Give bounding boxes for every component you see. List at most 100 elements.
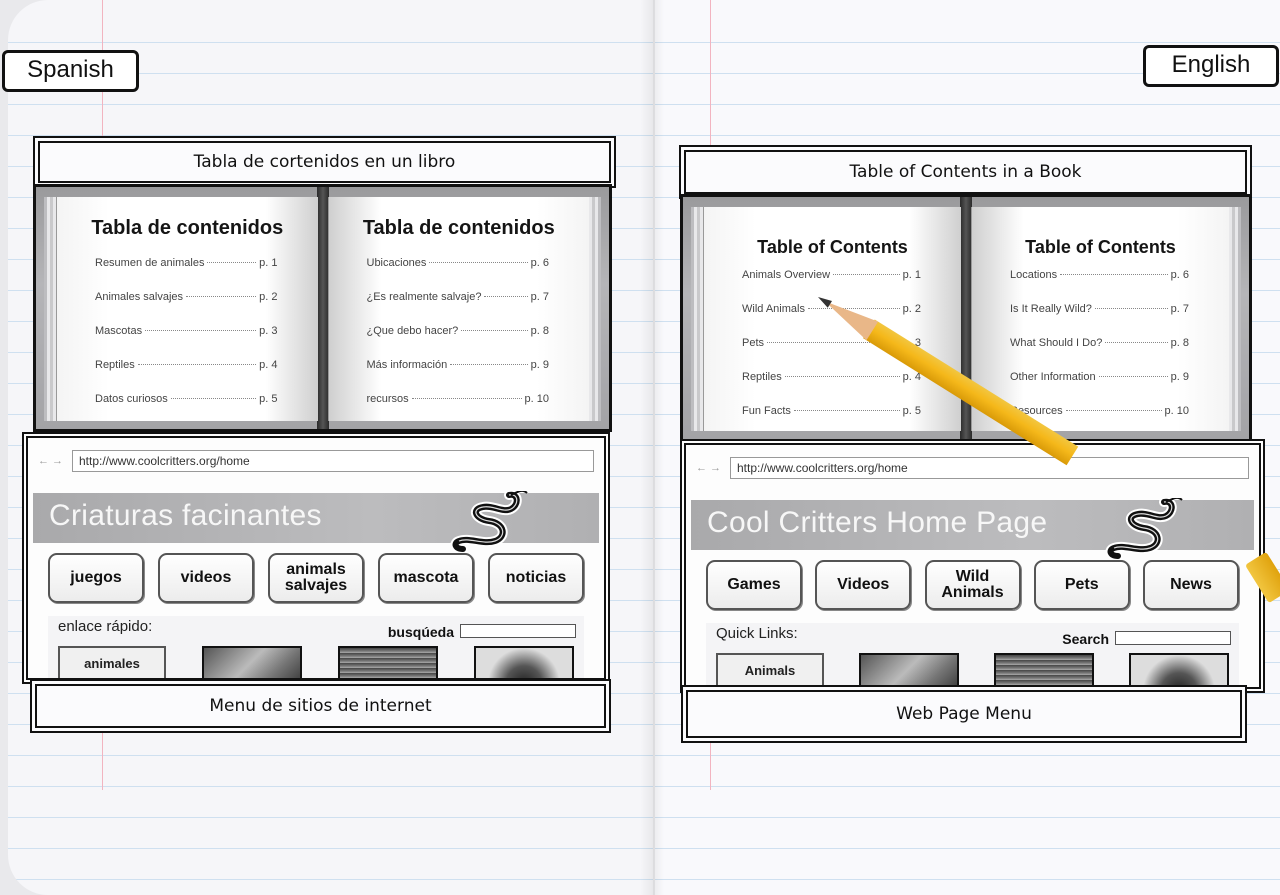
spanish-web-card-title: Menu de sitios de internet [35,684,606,728]
toc-leader-dots [411,398,522,399]
site-nav-button: News [1143,560,1239,610]
toc-entry: ¿Es realmente salvaje? p. 7 [367,291,550,325]
site-nav-button: Videos [815,560,912,610]
toc-entry-title: Other Information [1010,371,1096,383]
toc-leader-dots [833,274,900,275]
quick-links-label: Quick Links: [716,625,798,642]
toc-leader-dots [793,410,900,411]
toc-leader-dots [461,330,528,331]
photo-tile-cat [1129,653,1229,687]
toc-entry-page: p. 8 [1170,337,1189,349]
toc-leader-dots [1105,342,1168,343]
toc-heading: Tabla de contenidos [91,217,284,239]
spanish-book-illustration: Tabla de contenidos Resumen de animales p… [33,184,612,432]
toc-entry-title: Wild Animals [742,303,805,315]
toc-entry-title: recursos [366,393,409,405]
toc-entry-title: What Should I Do? [1010,337,1103,349]
content-area: enlace rápido: busqúeda animales [48,616,584,678]
english-toc-card-title: Table of Contents in a Book [684,150,1247,194]
quick-link-tiles: animales [58,646,574,678]
toc-entry-title: ¿Que debo hacer? [366,325,459,337]
site-nav-button: Wild Animals [924,560,1021,610]
site-nav: juegos videos animals salvajes mascota notic… [48,553,584,603]
book-frame: Tabla de contenidos Resumen de animales p… [36,187,609,429]
toc-entry: Locations p. 6 [1010,269,1189,303]
toc-entry-page: p. 1 [902,269,921,281]
toc-entry-page: p. 10 [524,393,549,405]
site-banner: Cool Critters Home Page [691,498,1254,561]
address-bar: ← → http://www.coolcritters.org/home [696,457,1249,479]
toc-entry-page: p. 6 [1170,269,1189,281]
photo-tile-cat [474,646,574,678]
site-title: Cool Critters Home Page [707,506,1048,539]
toc-leader-dots [484,296,528,297]
url-field: http://www.coolcritters.org/home [72,450,594,472]
english-website-illustration: ← → http://www.coolcritters.org/home Coo… [684,443,1261,689]
toc-entry-title: Datos curiosos [95,393,168,405]
search-label: busqúeda [387,624,454,640]
toc-leader-dots [784,376,900,377]
toc-leader-dots [1065,410,1162,411]
spanish-website-illustration: ← → http://www.coolcritters.org/home Cri… [26,436,606,680]
toc-leader-dots [186,296,257,297]
toc-entry-title: Reptiles [742,371,782,383]
toc-leader-dots [137,364,257,365]
site-title: Criaturas facinantes [49,499,322,532]
search-input [1115,631,1231,645]
toc-entry-title: Animals Overview [742,269,831,281]
quick-link-animals: Animals [716,653,824,687]
toc-entry: recursos p. 10 [367,393,550,427]
toc-entry-page: p. 10 [1164,405,1189,417]
snake-icon [450,491,528,554]
toc-entry: Is It Really Wild? p. 7 [1010,303,1189,337]
toc-entry-title: Animales salvajes [95,291,184,303]
toc-entry: Resumen de animales p. 1 [95,257,278,291]
back-forward-arrows-icon: ← → [696,462,722,474]
quick-links-label: enlace rápido: [58,618,153,635]
toc-entry: ¿Que debo hacer? p. 8 [367,325,550,359]
toc-entry-title: Más información [366,359,448,371]
toc-entry-title: Mascotas [95,325,143,337]
book-page-left: Tabla de contenidos Resumen de animales p… [56,197,318,421]
search-input [460,624,576,638]
toc-entry-page: p. 7 [1170,303,1189,315]
site-nav-button: Pets [1033,560,1130,610]
toc-leader-dots [450,364,528,365]
toc-entry-page: p. 9 [530,359,549,371]
toc-entry-page: p. 2 [902,303,921,315]
toc-leader-dots [145,330,257,331]
toc-list: Locations p. 6 Is It Really Wild? p. 7 What … [1010,269,1189,439]
toc-entry: Other Information p. 9 [1010,371,1189,405]
toc-leader-dots [1094,308,1168,309]
site-nav: Games Videos Wild Animals Pets News [706,560,1239,610]
site-nav-button: Games [706,560,802,610]
toc-entry-title: Fun Facts [742,405,791,417]
toc-entry-title: Resumen de animales [95,257,205,269]
toc-heading: Tabla de contenidos [362,217,555,239]
toc-leader-dots [170,398,257,399]
toc-entry: Datos curiosos p. 5 [95,393,278,427]
toc-heading: Table of Contents [1025,237,1176,257]
toc-entry: Ubicaciones p. 6 [367,257,550,291]
toc-leader-dots [207,262,257,263]
toc-entry: Mascotas p. 3 [95,325,278,359]
site-nav-button: juegos [48,553,144,603]
site-nav-button: animals salvajes [268,553,364,603]
toc-entry-page: p. 9 [1170,371,1189,383]
site-nav-button: mascota [378,553,474,603]
toc-entry-title: Is It Really Wild? [1010,303,1092,315]
snake-icon [1105,498,1183,561]
card-title-text: Menu de sitios de internet [209,696,432,716]
site-banner: Criaturas facinantes [33,491,599,554]
toc-entry-page: p. 7 [530,291,549,303]
toc-entry: What Should I Do? p. 8 [1010,337,1189,371]
toc-entry-page: p. 6 [530,257,549,269]
toc-leader-dots [429,262,528,263]
toc-entry: Reptiles p. 4 [95,359,278,393]
site-nav-button: noticias [488,553,584,603]
photo-tile-animal [338,646,438,678]
toc-heading: Table of Contents [757,237,908,257]
toc-entry-page: p. 8 [530,325,549,337]
toc-leader-dots [1098,376,1168,377]
card-title-text: Web Page Menu [896,704,1032,724]
